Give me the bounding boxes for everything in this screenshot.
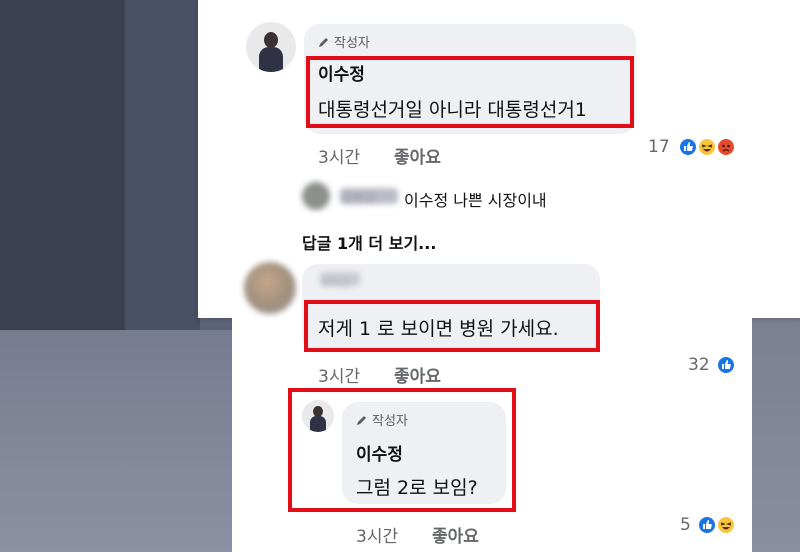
like-reaction-icon <box>697 515 717 535</box>
author-badge-label: 작성자 <box>372 414 408 429</box>
background-right <box>752 318 800 552</box>
comment-author-name[interactable]: 이덕교 <box>320 272 360 290</box>
like-reaction-icon <box>716 355 736 375</box>
author-badge: 작성자 <box>356 410 408 429</box>
author-badge: 작성자 <box>318 32 370 51</box>
pencil-icon <box>318 36 330 48</box>
like-button[interactable]: 좋아요 <box>432 522 479 547</box>
comment-time[interactable]: 3시간 <box>356 522 398 547</box>
like-button[interactable]: 좋아요 <box>394 362 441 387</box>
reaction-count[interactable]: 17 <box>648 137 670 157</box>
angry-reaction-icon <box>716 137 736 157</box>
like-button[interactable]: 좋아요 <box>394 143 441 168</box>
commenter-avatar[interactable] <box>244 262 296 314</box>
background-bottom <box>0 330 232 552</box>
background-left <box>0 0 125 330</box>
haha-reaction-icon <box>697 137 717 157</box>
comment-time[interactable]: 3시간 <box>318 143 360 168</box>
background-dark <box>125 0 200 330</box>
highlight-box <box>304 300 600 352</box>
pencil-icon <box>356 414 368 426</box>
author-badge-label: 작성자 <box>334 36 370 51</box>
reaction-count[interactable]: 32 <box>688 355 710 375</box>
reply-author-avatar[interactable] <box>302 182 330 210</box>
view-more-replies-link[interactable]: 답글 1개 더 보기... <box>302 230 436 254</box>
author-avatar[interactable] <box>246 22 296 72</box>
author-avatar[interactable] <box>302 400 334 432</box>
reaction-count[interactable]: 5 <box>680 515 691 535</box>
comment-time[interactable]: 3시간 <box>318 362 360 387</box>
comment-author-name[interactable]: 이수정 <box>356 440 403 465</box>
haha-reaction-icon <box>716 515 736 535</box>
reply-author-name[interactable]: 김현교 <box>340 188 398 207</box>
highlight-box <box>306 56 634 128</box>
reply-preview-text: 이수정 나쁜 시장이내 <box>404 191 547 210</box>
like-reaction-icon <box>678 137 698 157</box>
comment-text: 그럼 2로 보임? <box>356 477 478 499</box>
